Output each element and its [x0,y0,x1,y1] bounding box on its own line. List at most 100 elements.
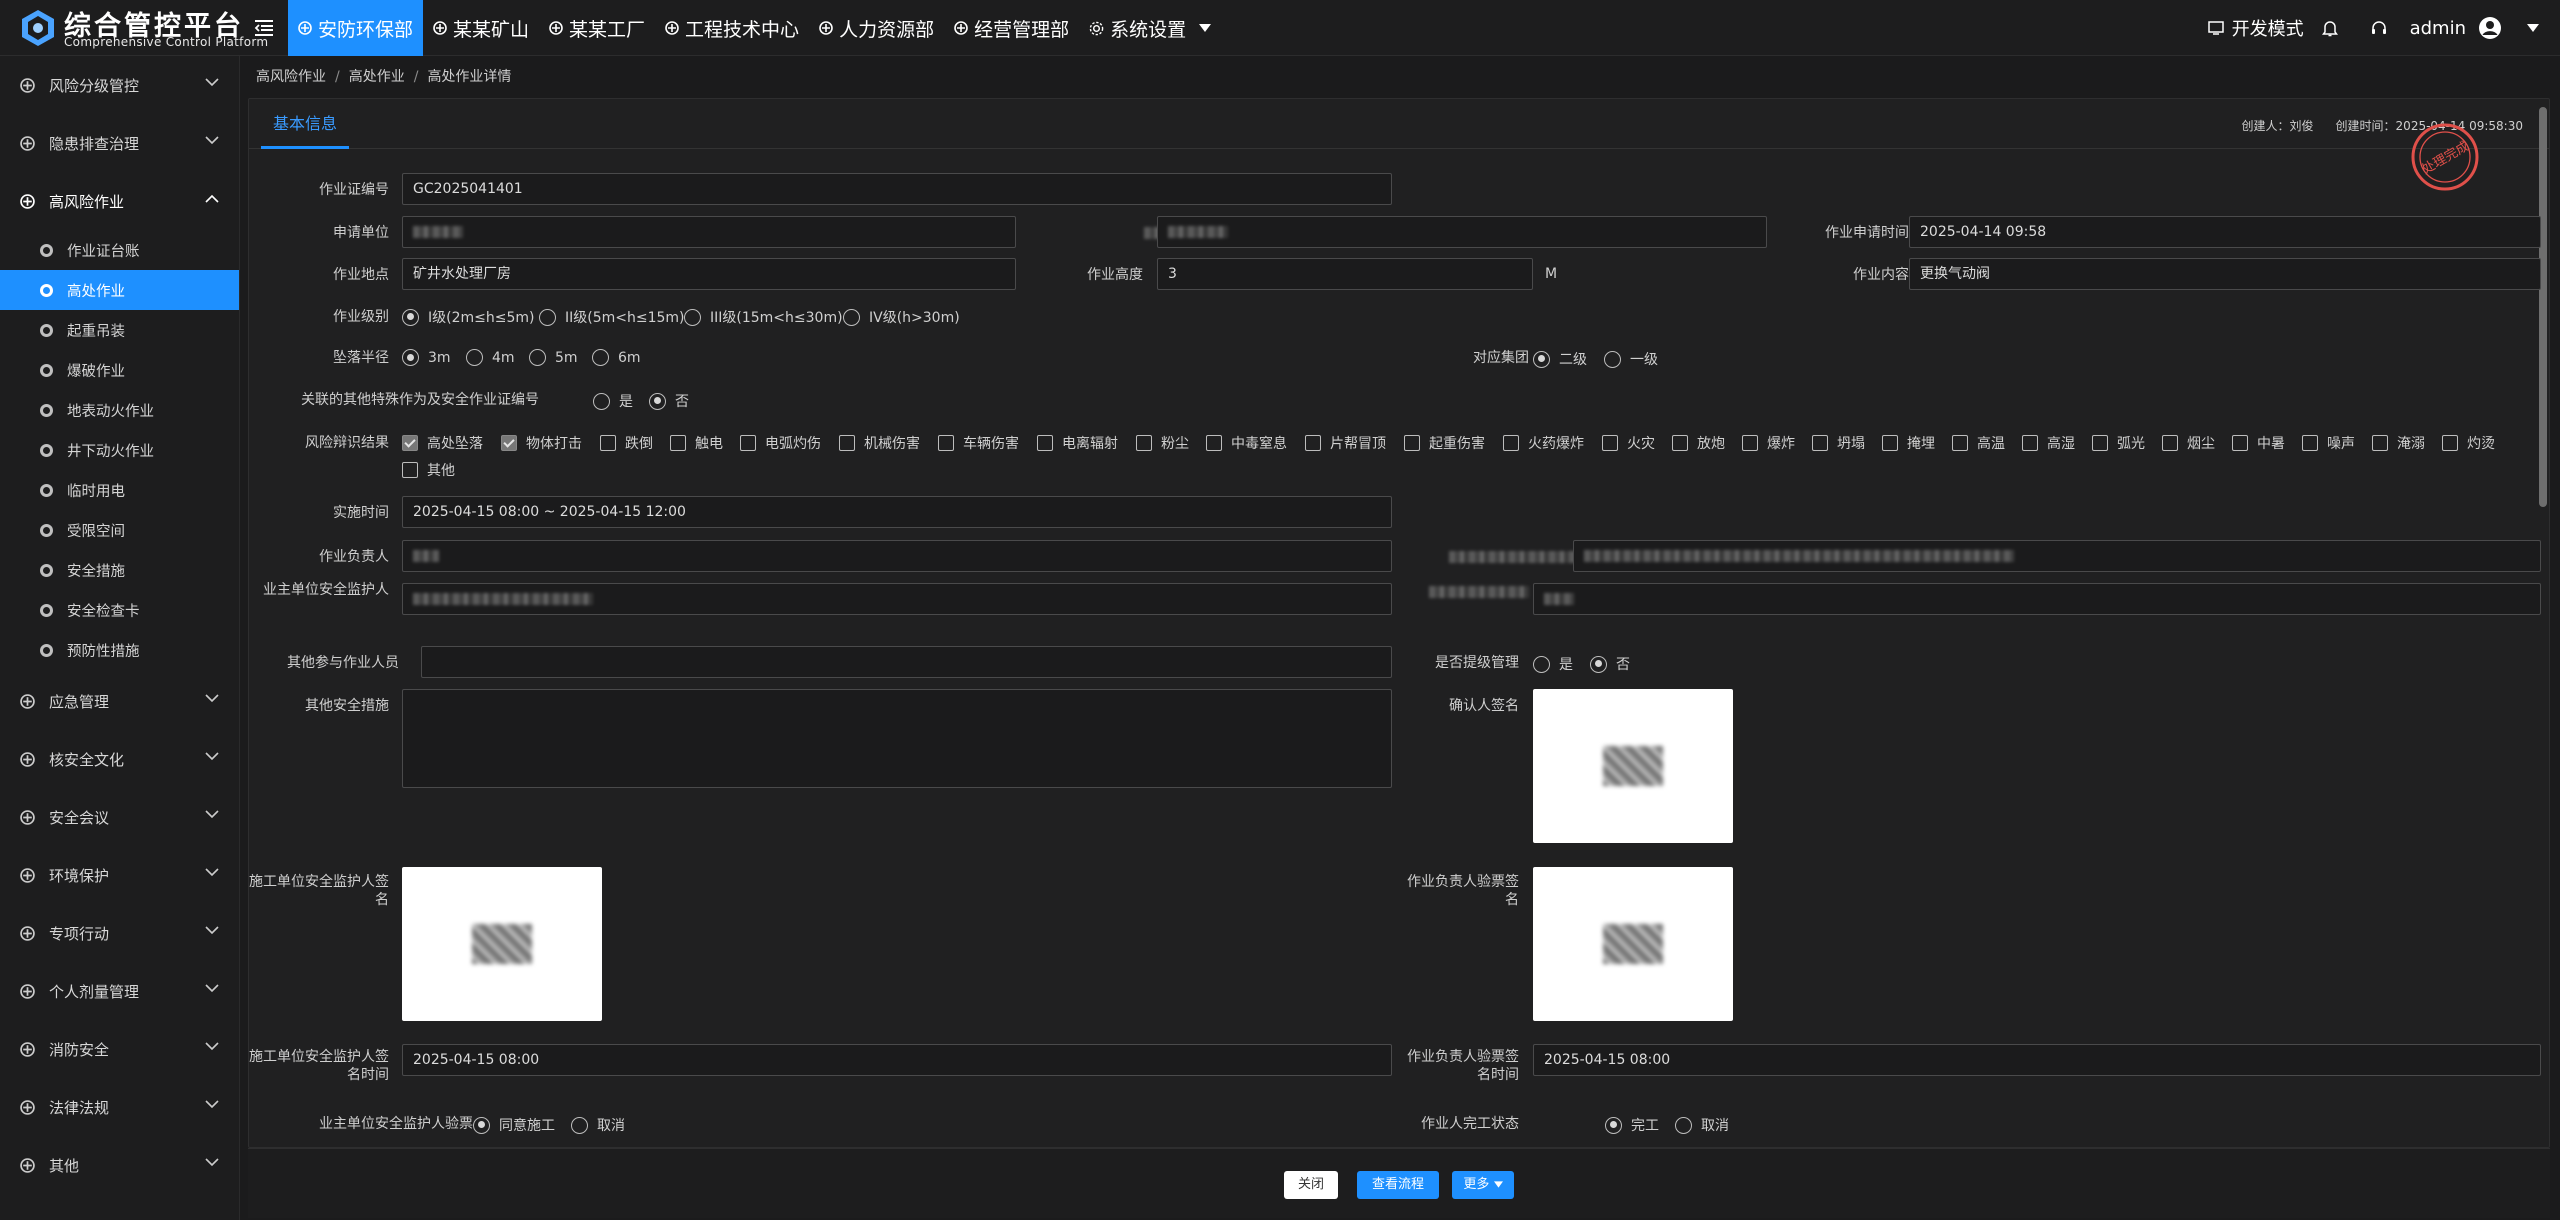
risk-checkbox[interactable]: 噪声 [2302,433,2355,453]
group-radio-level1[interactable]: 一级 [1604,349,1658,369]
sidebar-item-temp-power[interactable]: 临时用电 [0,470,239,510]
nav-item-mine[interactable]: 某某矿山 [423,0,539,56]
sidebar-item-blasting[interactable]: 爆破作业 [0,350,239,390]
risk-checkbox[interactable]: 掩埋 [1882,433,1935,453]
vertical-scrollbar[interactable] [2539,107,2547,507]
radius-radio-4m[interactable]: 4m [466,349,515,366]
height-field[interactable]: 3 [1157,258,1533,290]
sidebar-group-law[interactable]: 法律法规 [0,1078,239,1136]
risk-checkbox[interactable]: 高湿 [2022,433,2075,453]
breadcrumb-item[interactable]: 高风险作业 [256,69,326,85]
risk-checkbox[interactable]: 跌倒 [600,433,653,453]
owner-check-radio-cancel[interactable]: 取消 [571,1115,625,1135]
more-button[interactable]: 更多 [1452,1171,1514,1199]
user-menu[interactable]: admin [2410,16,2548,40]
redacted-field[interactable] [1573,540,2541,572]
view-flow-button[interactable]: 查看流程 [1357,1171,1439,1199]
level-radio-1[interactable]: I级(2m≤h≤5m) [402,307,534,327]
sidebar-group-risk-control[interactable]: 风险分级管控 [0,56,239,114]
risk-checkbox[interactable]: 放炮 [1672,433,1725,453]
sidebar-item-height-work[interactable]: 高处作业 [0,270,239,310]
bell-icon[interactable] [2321,19,2338,37]
sidebar-item-surface-fire[interactable]: 地表动火作业 [0,390,239,430]
risk-checkbox[interactable]: 火药爆炸 [1503,433,1584,453]
nav-item-safety[interactable]: 安防环保部 [288,0,424,56]
sidebar-item-ledger[interactable]: 作业证台账 [0,230,239,270]
upgrade-radio-yes[interactable]: 是 [1533,654,1573,674]
breadcrumb-item[interactable]: 高处作业 [349,69,405,85]
sidebar-group-hazard[interactable]: 隐患排查治理 [0,114,239,172]
sidebar-group-dose[interactable]: 个人剂量管理 [0,962,239,1020]
risk-checkbox[interactable]: 其他 [402,460,455,480]
risk-checkbox[interactable]: 中暑 [2232,433,2285,453]
risk-checkbox[interactable]: 起重伤害 [1404,433,1485,453]
risk-checkbox[interactable]: 灼烫 [2442,433,2495,453]
radius-radio-6m[interactable]: 6m [592,349,641,366]
sidebar-group-meetings[interactable]: 安全会议 [0,788,239,846]
level-radio-2[interactable]: II级(5m<h≤15m) [539,307,685,327]
risk-checkbox[interactable]: 高处坠落 [402,433,483,453]
redacted-field[interactable] [1533,583,2541,615]
sidebar-group-special-action[interactable]: 专项行动 [0,904,239,962]
redacted-field[interactable] [1157,216,1767,248]
leader-field[interactable] [402,540,1392,572]
dev-mode-toggle[interactable]: 开发模式 [2207,15,2304,41]
nav-item-business[interactable]: 经营管理部 [944,0,1079,56]
risk-checkbox[interactable]: 物体打击 [501,433,582,453]
sidebar-item-underground-fire[interactable]: 井下动火作业 [0,430,239,470]
sidebar-group-high-risk[interactable]: 高风险作业 [0,172,239,230]
close-button[interactable]: 关闭 [1284,1171,1338,1199]
risk-checkbox[interactable]: 淹溺 [2372,433,2425,453]
headset-icon[interactable] [2370,19,2388,37]
other-measures-textarea[interactable] [402,689,1392,788]
sidebar-group-fire-safety[interactable]: 消防安全 [0,1020,239,1078]
risk-checkbox[interactable]: 烟尘 [2162,433,2215,453]
risk-checkbox[interactable]: 中毒窒息 [1206,433,1287,453]
level-radio-3[interactable]: III级(15m<h≤30m) [684,307,843,327]
nav-item-factory[interactable]: 某某工厂 [539,0,655,56]
menu-collapse-icon[interactable] [252,16,276,40]
sidebar-group-other[interactable]: 其他 [0,1136,239,1194]
sidebar-group-nuclear-culture[interactable]: 核安全文化 [0,730,239,788]
sidebar-item-confined-space[interactable]: 受限空间 [0,510,239,550]
sidebar-item-preventive[interactable]: 预防性措施 [0,630,239,670]
risk-checkbox[interactable]: 电弧灼伤 [740,433,821,453]
constr-sign-time-field[interactable]: 2025-04-15 08:00 [402,1044,1392,1076]
risk-checkbox[interactable]: 弧光 [2092,433,2145,453]
risk-checkbox[interactable]: 坍塌 [1812,433,1865,453]
nav-item-engineering[interactable]: 工程技术中心 [655,0,809,56]
sidebar-group-emergency[interactable]: 应急管理 [0,672,239,730]
apply-time-field[interactable]: 2025-04-14 09:58 [1909,216,2541,248]
upgrade-radio-no[interactable]: 否 [1590,654,1630,674]
leader-sign-time-field[interactable]: 2025-04-15 08:00 [1533,1044,2541,1076]
sidebar-item-safety-measures[interactable]: 安全措施 [0,550,239,590]
nav-item-hr[interactable]: 人力资源部 [809,0,944,56]
risk-checkbox[interactable]: 火灾 [1602,433,1655,453]
radius-radio-5m[interactable]: 5m [529,349,578,366]
related-radio-yes[interactable]: 是 [593,391,633,411]
risk-checkbox[interactable]: 车辆伤害 [938,433,1019,453]
level-radio-4[interactable]: IV级(h>30m) [843,307,960,327]
finish-radio-done[interactable]: 完工 [1605,1115,1659,1135]
impl-time-field[interactable]: 2025-04-15 08:00 ~ 2025-04-15 12:00 [402,496,1392,528]
risk-checkbox[interactable]: 高温 [1952,433,2005,453]
risk-checkbox[interactable]: 爆炸 [1742,433,1795,453]
owner-guard-field[interactable] [402,583,1392,615]
finish-radio-cancel[interactable]: 取消 [1675,1115,1729,1135]
tab-basic-info[interactable]: 基本信息 [261,99,350,149]
content-field[interactable]: 更换气动阀 [1909,258,2541,290]
sidebar-item-check-card[interactable]: 安全检查卡 [0,590,239,630]
radius-radio-3m[interactable]: 3m [402,349,451,366]
nav-item-settings[interactable]: 系统设置 [1079,0,1228,56]
cert-no-field[interactable]: GC2025041401 [402,173,1392,205]
risk-checkbox[interactable]: 电离辐射 [1037,433,1118,453]
location-field[interactable]: 矿井水处理厂房 [402,258,1016,290]
related-radio-no[interactable]: 否 [649,391,689,411]
risk-checkbox[interactable]: 触电 [670,433,723,453]
others-field[interactable] [421,646,1392,678]
group-radio-level2[interactable]: 二级 [1533,349,1587,369]
risk-checkbox[interactable]: 粉尘 [1136,433,1189,453]
risk-checkbox[interactable]: 机械伤害 [839,433,920,453]
sidebar-group-environment[interactable]: 环境保护 [0,846,239,904]
apply-unit-field[interactable] [402,216,1016,248]
